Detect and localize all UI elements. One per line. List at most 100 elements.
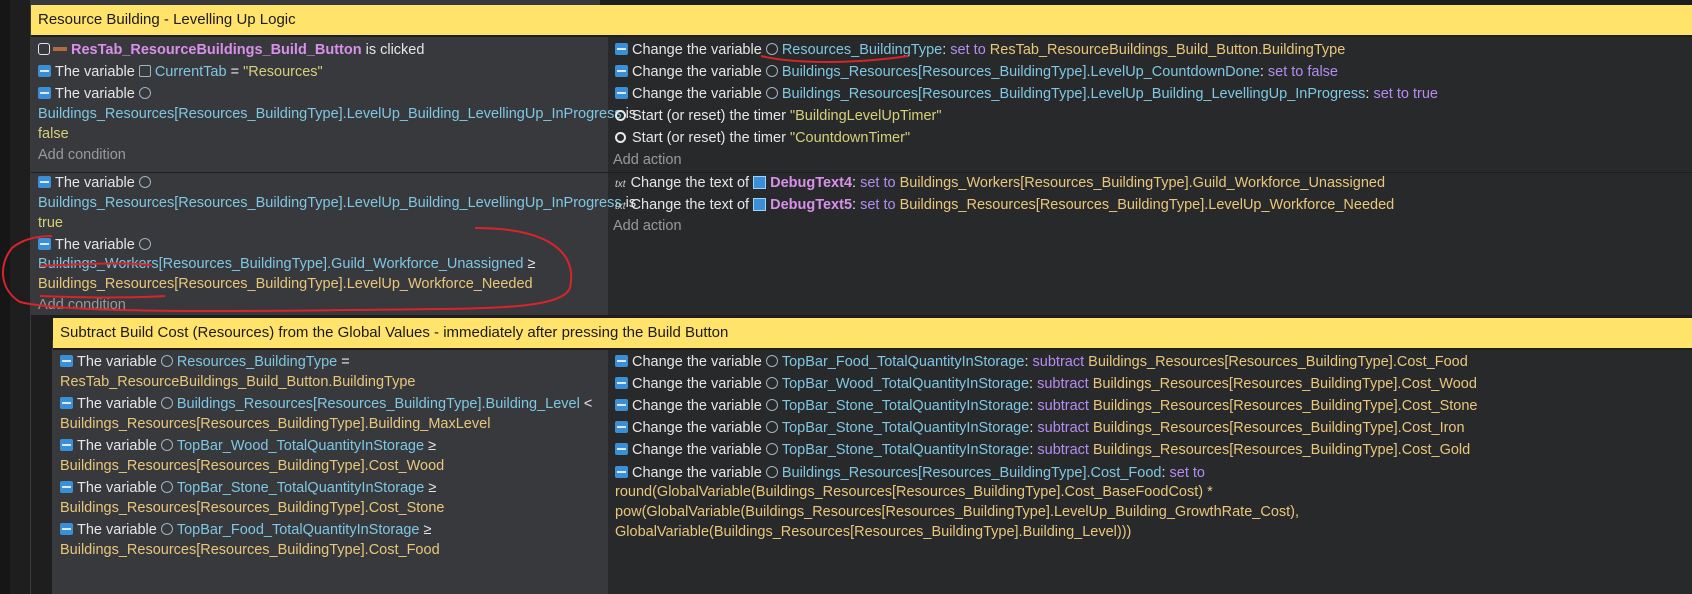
expression: GlobalVariable(Buildings_Resources[Resou… (615, 524, 1132, 540)
condition-building-type[interactable]: The variable Resources_BuildingType = (60, 352, 350, 373)
expression-line-3: GlobalVariable(Buildings_Resources[Resou… (615, 522, 1131, 543)
action-debugtext5[interactable]: txt Change the text of DebugText5: set to… (615, 195, 1394, 217)
condition-stone-storage[interactable]: The variable TopBar_Stone_TotalQuantityI… (60, 478, 436, 499)
condition-wood-storage[interactable]: The variable TopBar_Wood_TotalQuantityIn… (60, 436, 436, 457)
global-variable-icon (765, 355, 778, 367)
operator: ≥ (423, 522, 432, 538)
global-variable-icon (160, 355, 173, 367)
text-object-icon (753, 198, 767, 211)
action-prefix: Change the variable (632, 354, 762, 370)
action-subtract-food[interactable]: Change the variable TopBar_Food_TotalQua… (615, 352, 1468, 373)
condition-building-level[interactable]: The variable Buildings_Resources[Resourc… (60, 394, 592, 415)
action-prefix: Change the variable (632, 465, 762, 481)
variable-icon (60, 481, 73, 493)
variable-icon (60, 397, 73, 409)
variable-name: Buildings_Resources[Resources_BuildingTy… (176, 396, 580, 412)
action-subtract-gold[interactable]: Change the variable TopBar_Stone_TotalQu… (615, 440, 1470, 461)
value: Buildings_Resources[Resources_BuildingTy… (1093, 398, 1478, 414)
expression: pow(GlobalVariable(Buildings_Resources[R… (615, 504, 1300, 520)
group-title: Resource Building - Levelling Up Logic (38, 11, 296, 28)
operator: subtract (1037, 376, 1089, 392)
variable-name: Buildings_Resources[Resources_BuildingTy… (781, 86, 1366, 102)
action-set-countdown-done[interactable]: Change the variable Buildings_Resources[… (615, 62, 1338, 83)
variable-name: TopBar_Stone_TotalQuantityInStorage (781, 398, 1030, 414)
operator: set to (860, 197, 896, 213)
action-start-timer-countdown[interactable]: Start (or reset) the timer "CountdownTim… (615, 128, 910, 149)
action-set-in-progress[interactable]: Change the variable Buildings_Resources[… (615, 84, 1438, 105)
expression-line-2: pow(GlobalVariable(Buildings_Resources[R… (615, 502, 1299, 523)
variable-icon (60, 439, 73, 451)
action-debugtext4[interactable]: txt Change the text of DebugText4: set to… (615, 173, 1385, 195)
global-variable-icon (160, 397, 173, 409)
value: Buildings_Resources[Resources_BuildingTy… (1093, 442, 1471, 458)
value: ResTab_ResourceBuildings_Build_Button.Bu… (989, 42, 1346, 58)
operator: = (341, 354, 350, 370)
action-set-cost-food[interactable]: Change the variable Buildings_Resources[… (615, 463, 1205, 484)
condition-prefix: The variable (77, 438, 157, 454)
value: "BuildingLevelUpTimer" (789, 108, 942, 124)
value: "CountdownTimer" (789, 130, 911, 146)
object-name: DebugText5 (770, 197, 853, 213)
action-prefix: Change the variable (632, 398, 762, 414)
condition-value-line: Buildings_Resources[Resources_BuildingTy… (60, 498, 444, 519)
condition-prefix: The variable (77, 354, 157, 370)
action-prefix: Start (or reset) the timer (632, 108, 786, 124)
variable-name: TopBar_Stone_TotalQuantityInStorage (781, 442, 1030, 458)
variable-name: TopBar_Food_TotalQuantityInStorage (781, 354, 1025, 370)
variable-icon (615, 466, 628, 478)
value: Buildings_Resources[Resources_BuildingTy… (1088, 354, 1468, 370)
action-subtract-wood[interactable]: Change the variable TopBar_Wood_TotalQua… (615, 374, 1477, 395)
operator: subtract (1037, 420, 1089, 436)
variable-name: Buildings_Resources[Resources_BuildingTy… (781, 465, 1162, 481)
variable-name: Resources_BuildingType (176, 354, 338, 370)
condition-food-storage[interactable]: The variable TopBar_Food_TotalQuantityIn… (60, 520, 431, 541)
expression-line-1: round(GlobalVariable(Buildings_Resources… (615, 482, 1213, 503)
operator: subtract (1037, 398, 1089, 414)
action-prefix: Start (or reset) the timer (632, 130, 786, 146)
value: Buildings_Resources[Resources_BuildingTy… (899, 197, 1395, 213)
variable-name: TopBar_Wood_TotalQuantityInStorage (176, 438, 425, 454)
global-variable-icon (765, 466, 778, 478)
variable-icon (615, 377, 628, 389)
group-header-levelling-up[interactable]: Resource Building - Levelling Up Logic (31, 5, 1692, 35)
global-variable-icon (160, 439, 173, 451)
action-prefix: Change the variable (632, 376, 762, 392)
global-variable-icon (160, 523, 173, 535)
global-variable-icon (765, 87, 778, 99)
action-subtract-iron[interactable]: Change the variable TopBar_Stone_TotalQu… (615, 418, 1465, 439)
operator: ≥ (428, 480, 437, 496)
operator: < (583, 396, 593, 412)
condition-value-line: Buildings_Resources[Resources_BuildingTy… (60, 414, 490, 435)
action-subtract-stone[interactable]: Change the variable TopBar_Stone_TotalQu… (615, 396, 1477, 417)
global-variable-icon (160, 481, 173, 493)
value: ResTab_ResourceBuildings_Build_Button.Bu… (60, 374, 416, 390)
group-header-subtract-cost[interactable]: Subtract Build Cost (Resources) from the… (53, 318, 1692, 348)
variable-icon (615, 421, 628, 433)
value: Buildings_Resources[Resources_BuildingTy… (60, 542, 440, 558)
action-prefix: Change the text of (630, 197, 750, 213)
action-prefix: Change the variable (632, 42, 762, 58)
red-underline (760, 55, 909, 63)
variable-icon (60, 355, 73, 367)
condition-prefix: The variable (77, 396, 157, 412)
variable-icon (615, 355, 628, 367)
variable-icon (60, 523, 73, 535)
condition-value-line: Buildings_Resources[Resources_BuildingTy… (60, 456, 444, 477)
operator: subtract (1032, 354, 1085, 370)
global-variable-icon (765, 443, 778, 455)
action-start-timer-levelup[interactable]: Start (or reset) the timer "BuildingLeve… (615, 106, 942, 127)
operator: set to (1169, 465, 1205, 481)
operator: set to false (1267, 64, 1338, 80)
condition-prefix: The variable (77, 480, 157, 496)
group-title: Subtract Build Cost (Resources) from the… (60, 324, 729, 341)
condition-prefix: The variable (77, 522, 157, 538)
variable-name: TopBar_Food_TotalQuantityInStorage (176, 522, 420, 538)
condition-value-line: ResTab_ResourceBuildings_Build_Button.Bu… (60, 372, 415, 393)
red-annotation (1, 227, 573, 313)
action-set-building-type[interactable]: Change the variable Resources_BuildingTy… (615, 40, 1345, 61)
action-prefix: Change the variable (632, 420, 762, 436)
action-prefix: Change the variable (632, 86, 762, 102)
action-prefix: Change the variable (632, 442, 762, 458)
value: Buildings_Resources[Resources_BuildingTy… (60, 416, 491, 432)
action-prefix: Change the text of (630, 175, 750, 191)
